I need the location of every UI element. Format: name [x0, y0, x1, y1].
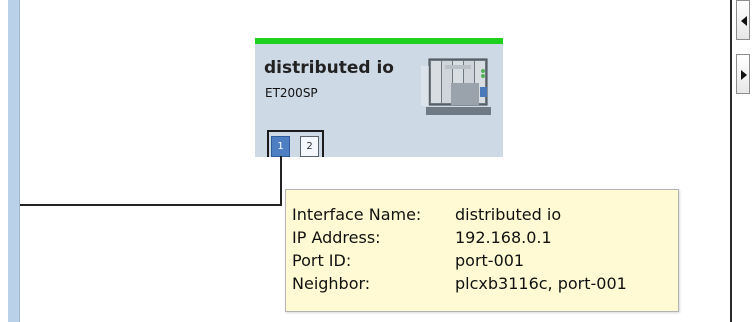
tooltip-row-neighbor: Neighbor: plcxb3116c, port-001: [292, 274, 672, 296]
triangle-left-icon: [741, 16, 747, 26]
network-link-vertical[interactable]: [280, 156, 282, 206]
port-2-button[interactable]: 2: [300, 136, 319, 157]
tooltip-label: Interface Name:: [292, 205, 422, 224]
tooltip-value: plcxb3116c, port-001: [455, 274, 627, 293]
device-name: distributed io: [264, 58, 394, 78]
scroll-left-button[interactable]: [736, 0, 750, 40]
tooltip-label: Port ID:: [292, 251, 352, 270]
tooltip-row-interface-name: Interface Name: distributed io: [292, 205, 672, 227]
right-divider: [730, 0, 732, 322]
left-panel-rail: [8, 0, 19, 322]
left-panel-border: [19, 0, 20, 322]
port-group: 1 2: [267, 130, 324, 157]
device-status-bar: [255, 38, 503, 44]
triangle-right-icon: [741, 70, 747, 80]
tooltip-row-port-id: Port ID: port-001: [292, 251, 672, 273]
tooltip-value: port-001: [455, 251, 525, 270]
et200sp-module-icon: [421, 58, 491, 115]
tooltip-value: 192.168.0.1: [455, 228, 552, 247]
interface-tooltip: Interface Name: distributed io IP Addres…: [285, 189, 679, 312]
scroll-right-button[interactable]: [736, 54, 750, 94]
right-scroll-area: [730, 0, 752, 322]
tooltip-label: Neighbor:: [292, 274, 371, 293]
tooltip-label: IP Address:: [292, 228, 381, 247]
port-1-button[interactable]: 1: [271, 136, 290, 157]
tooltip-row-ip-address: IP Address: 192.168.0.1: [292, 228, 672, 250]
tooltip-value: distributed io: [455, 205, 562, 224]
network-link-horizontal[interactable]: [20, 204, 282, 206]
device-type: ET200SP: [265, 86, 318, 100]
device-card[interactable]: distributed io ET200SP 1 2: [255, 38, 503, 157]
